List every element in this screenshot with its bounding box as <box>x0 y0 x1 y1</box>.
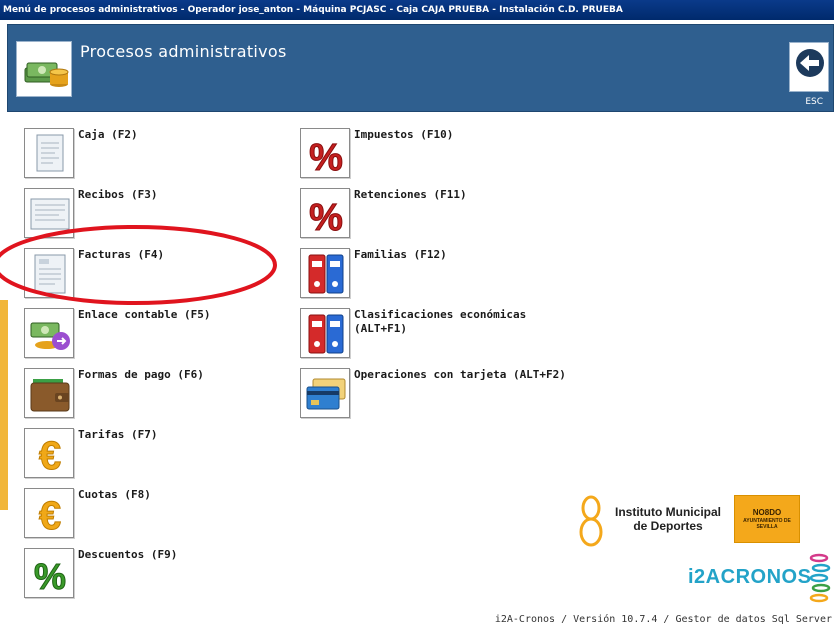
money-stack-icon <box>16 41 72 97</box>
percent-green-icon: % <box>24 548 74 598</box>
menu-label-caja: Caja (F2) <box>78 128 138 141</box>
imd-eight-icon <box>579 495 603 547</box>
svg-text:%: % <box>309 137 343 179</box>
menu-item-retenciones[interactable]: % Retenciones (F11) <box>300 188 570 244</box>
binders-icon <box>300 248 350 298</box>
imd-text: Instituto Municipal de Deportes <box>615 505 721 533</box>
version-footer: i2A-Cronos / Versión 10.7.4 / Gestor de … <box>494 614 832 625</box>
percent-red-icon: % <box>300 188 350 239</box>
menu-label-familias: Familias (F12) <box>354 248 447 261</box>
menu-item-familias[interactable]: Familias (F12) <box>300 248 570 304</box>
menu-label-retenciones: Retenciones (F11) <box>354 188 467 201</box>
svg-text:€: € <box>39 434 61 478</box>
menu-item-descuentos[interactable]: % Descuentos (F9) <box>24 548 294 604</box>
esc-label: ESC <box>805 97 823 107</box>
svg-text:€: € <box>39 494 61 538</box>
menu-item-enlace-contable[interactable]: Enlace contable (F5) <box>24 308 294 364</box>
nodo-text: NO8DO <box>752 508 782 517</box>
menu-item-formas-de-pago[interactable]: Formas de pago (F6) <box>24 368 294 424</box>
menu-label-tarifas: Tarifas (F7) <box>78 428 158 441</box>
menu-item-clasificaciones-economicas[interactable]: Clasificaciones económicas (ALT+F1) <box>300 308 570 364</box>
cronos-logo: i2ACRONOS <box>688 566 812 588</box>
back-arrow-icon <box>796 49 824 77</box>
svg-text:%: % <box>309 197 343 239</box>
svg-text:%: % <box>34 556 66 597</box>
sevilla-logo: NO8DO AYUNTAMIENTO DE SEVILLA <box>734 495 800 543</box>
euro-icon: € <box>24 428 74 479</box>
menu-label-descuentos: Descuentos (F9) <box>78 548 178 561</box>
credit-card-icon <box>300 368 350 418</box>
menu-item-impuestos[interactable]: % Impuestos (F10) <box>300 128 570 184</box>
page-header: Procesos administrativos ESC <box>7 24 834 112</box>
red-highlight-ellipse <box>0 225 277 305</box>
menu-label-operaciones-con-tarjeta: Operaciones con tarjeta (ALT+F2) <box>354 368 566 381</box>
menu-label-formas-de-pago: Formas de pago (F6) <box>78 368 204 381</box>
menu-label-clasificaciones-economicas: Clasificaciones económicas (ALT+F1) <box>354 308 527 335</box>
money-link-icon <box>24 308 74 358</box>
euro-icon: € <box>24 488 74 539</box>
menu-label-impuestos: Impuestos (F10) <box>354 128 454 141</box>
esc-back-button[interactable] <box>789 42 829 92</box>
menu-item-operaciones-con-tarjeta[interactable]: Operaciones con tarjeta (ALT+F2) <box>300 368 570 424</box>
menu-label-cuotas: Cuotas (F8) <box>78 488 151 501</box>
ayuntamiento-text: AYUNTAMIENTO DE SEVILLA <box>743 518 791 530</box>
binders-icon <box>300 308 350 358</box>
wallet-icon <box>24 368 74 418</box>
menu-label-recibos: Recibos (F3) <box>78 188 158 201</box>
menu-item-cuotas[interactable]: € Cuotas (F8) <box>24 488 294 544</box>
menu-item-tarifas[interactable]: € Tarifas (F7) <box>24 428 294 484</box>
page-title: Procesos administrativos <box>80 42 287 61</box>
document-icon <box>24 128 74 178</box>
imd-logo: Instituto Municipal de Deportes NO8DO AY… <box>574 495 824 547</box>
percent-red-icon: % <box>300 128 350 179</box>
window-title-bar: Menú de procesos administrativos - Opera… <box>0 0 834 20</box>
side-decoration <box>0 300 8 510</box>
menu-item-caja[interactable]: Caja (F2) <box>24 128 294 184</box>
cronos-rings-icon <box>809 553 831 603</box>
